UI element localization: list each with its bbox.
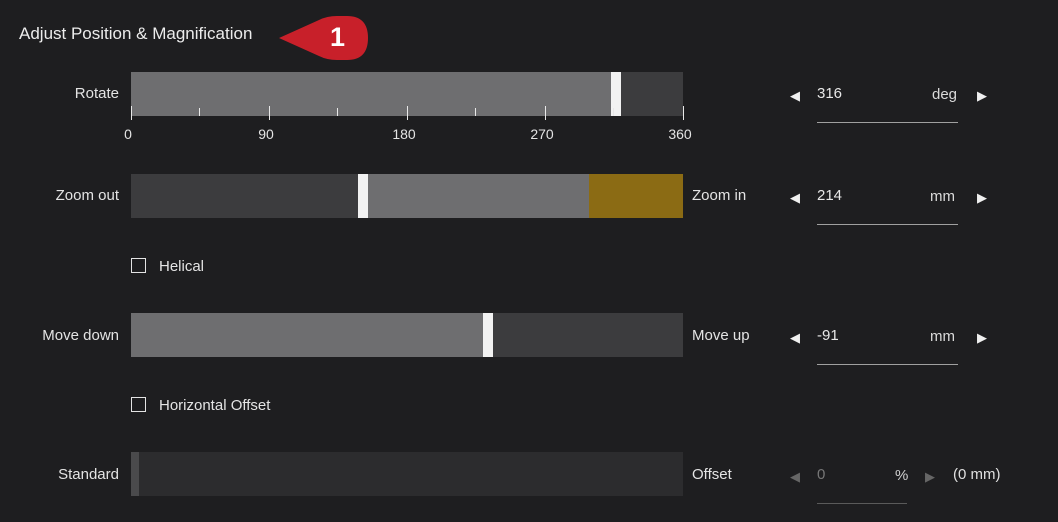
section-title: Adjust Position & Magnification (19, 24, 253, 43)
move-decrement-icon[interactable]: ◀ (788, 330, 802, 346)
rotate-minor-tick (199, 108, 200, 116)
zoom-slider-fill (368, 174, 589, 218)
rotate-major-tick (131, 106, 132, 120)
move-slider[interactable] (131, 313, 683, 357)
rotate-unit: deg (932, 86, 958, 103)
move-unit: mm (930, 328, 955, 345)
horizontal-offset-label[interactable]: Horizontal Offset (159, 397, 270, 414)
offset-mm-note: (0 mm) (953, 466, 1001, 483)
rotate-value-field[interactable]: 316 (817, 85, 842, 102)
move-value-underline (817, 364, 958, 365)
move-down-label: Move down (42, 327, 119, 344)
rotate-increment-icon[interactable]: ▶ (975, 88, 989, 104)
zoom-out-label: Zoom out (55, 187, 119, 204)
rotate-slider-fill (131, 72, 611, 116)
move-up-label: Move up (692, 327, 750, 344)
zoom-unit: mm (930, 188, 955, 205)
step-callout-badge: 1 (277, 15, 369, 61)
rotate-major-tick (269, 106, 270, 120)
rotate-label: Rotate (74, 85, 119, 102)
rotate-value-underline (817, 122, 958, 123)
helical-checkbox[interactable] (131, 258, 146, 273)
rotate-major-tick (545, 106, 546, 120)
zoom-slider-handle[interactable] (358, 174, 368, 218)
offset-slider[interactable] (131, 452, 683, 496)
offset-slider-handle[interactable] (131, 452, 139, 496)
offset-increment-icon[interactable]: ▶ (923, 469, 937, 485)
zoom-in-label: Zoom in (692, 187, 747, 204)
move-increment-icon[interactable]: ▶ (975, 330, 989, 346)
callout-number: 1 (330, 22, 346, 52)
rotate-tick-label: 0 (124, 126, 132, 142)
zoom-slider-warning-zone (589, 174, 683, 218)
rotate-tick-label: 270 (530, 126, 554, 142)
zoom-slider[interactable] (131, 174, 683, 218)
callout-arrow-icon (279, 16, 368, 60)
helical-label[interactable]: Helical (159, 258, 204, 275)
zoom-value-underline (817, 224, 958, 225)
offset-unit: % (895, 467, 909, 484)
zoom-increment-icon[interactable]: ▶ (975, 190, 989, 206)
standard-label: Standard (58, 466, 119, 483)
rotate-major-tick (407, 106, 408, 120)
move-slider-fill (131, 313, 483, 357)
horizontal-offset-checkbox[interactable] (131, 397, 146, 412)
rotate-major-tick (683, 106, 684, 120)
rotate-minor-tick (613, 108, 614, 116)
zoom-value-field[interactable]: 214 (817, 187, 842, 204)
rotate-tick-label: 180 (392, 126, 416, 142)
rotate-tick-label: 360 (668, 126, 692, 142)
offset-decrement-icon[interactable]: ◀ (788, 469, 802, 485)
rotate-decrement-icon[interactable]: ◀ (788, 88, 802, 104)
zoom-decrement-icon[interactable]: ◀ (788, 190, 802, 206)
offset-label: Offset (692, 466, 732, 483)
offset-value-underline (817, 503, 907, 504)
move-slider-handle[interactable] (483, 313, 493, 357)
rotate-minor-tick (475, 108, 476, 116)
rotate-minor-tick (337, 108, 338, 116)
move-value-field[interactable]: -91 (817, 327, 839, 344)
rotate-tick-label: 90 (258, 126, 274, 142)
offset-value-field[interactable]: 0 (817, 466, 825, 483)
